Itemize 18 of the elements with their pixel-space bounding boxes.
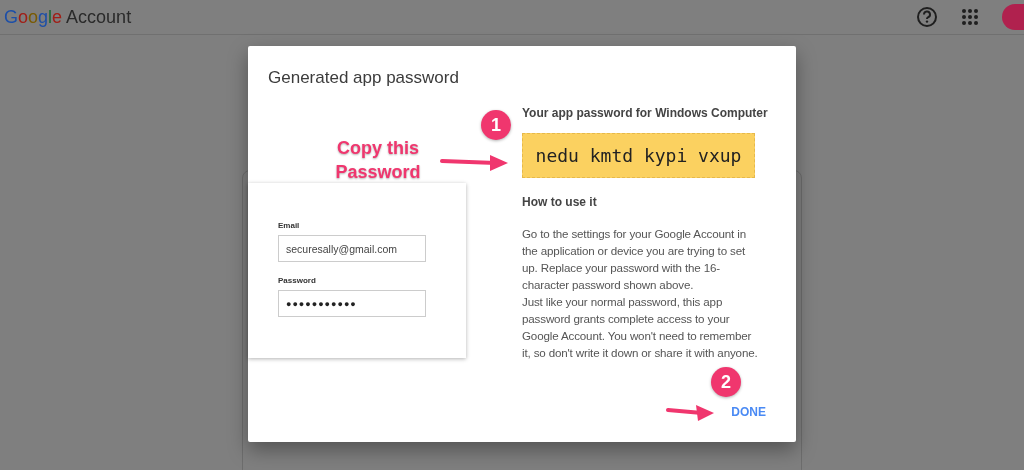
field-label: Password xyxy=(278,276,317,285)
step-badge: 2 xyxy=(711,367,741,397)
google-account-logo[interactable]: Google Account xyxy=(4,6,132,28)
help-icon[interactable] xyxy=(916,6,938,28)
app-password: nedu kmtd kypi vxup xyxy=(522,133,755,178)
section-heading: How to use it xyxy=(522,195,598,209)
instructions-paragraph: Just like your normal password, this app password grants complete access to your Google Account. You won't need to remember it, so don't write it down or share it with anyone. xyxy=(522,294,759,361)
input-field[interactable]: securesally@gmail.com xyxy=(278,235,426,262)
field-label: Email xyxy=(278,221,301,230)
arrow-icon xyxy=(666,403,716,423)
step-badge: 1 xyxy=(481,110,511,140)
apps-grid-icon[interactable] xyxy=(962,9,978,25)
input-field[interactable]: ●●●●●●●●●●● xyxy=(278,290,426,317)
instructions-paragraph: Go to the settings for your Google Account in the application or device you are trying to set up. Replace your password with the 16-character password shown above. xyxy=(522,226,747,293)
callout-text: Copy this Password xyxy=(334,137,422,184)
dialog-title: Generated app password xyxy=(267,67,460,88)
password-label: Your app password for Windows Computer xyxy=(522,106,769,120)
arrow-icon xyxy=(440,153,510,173)
